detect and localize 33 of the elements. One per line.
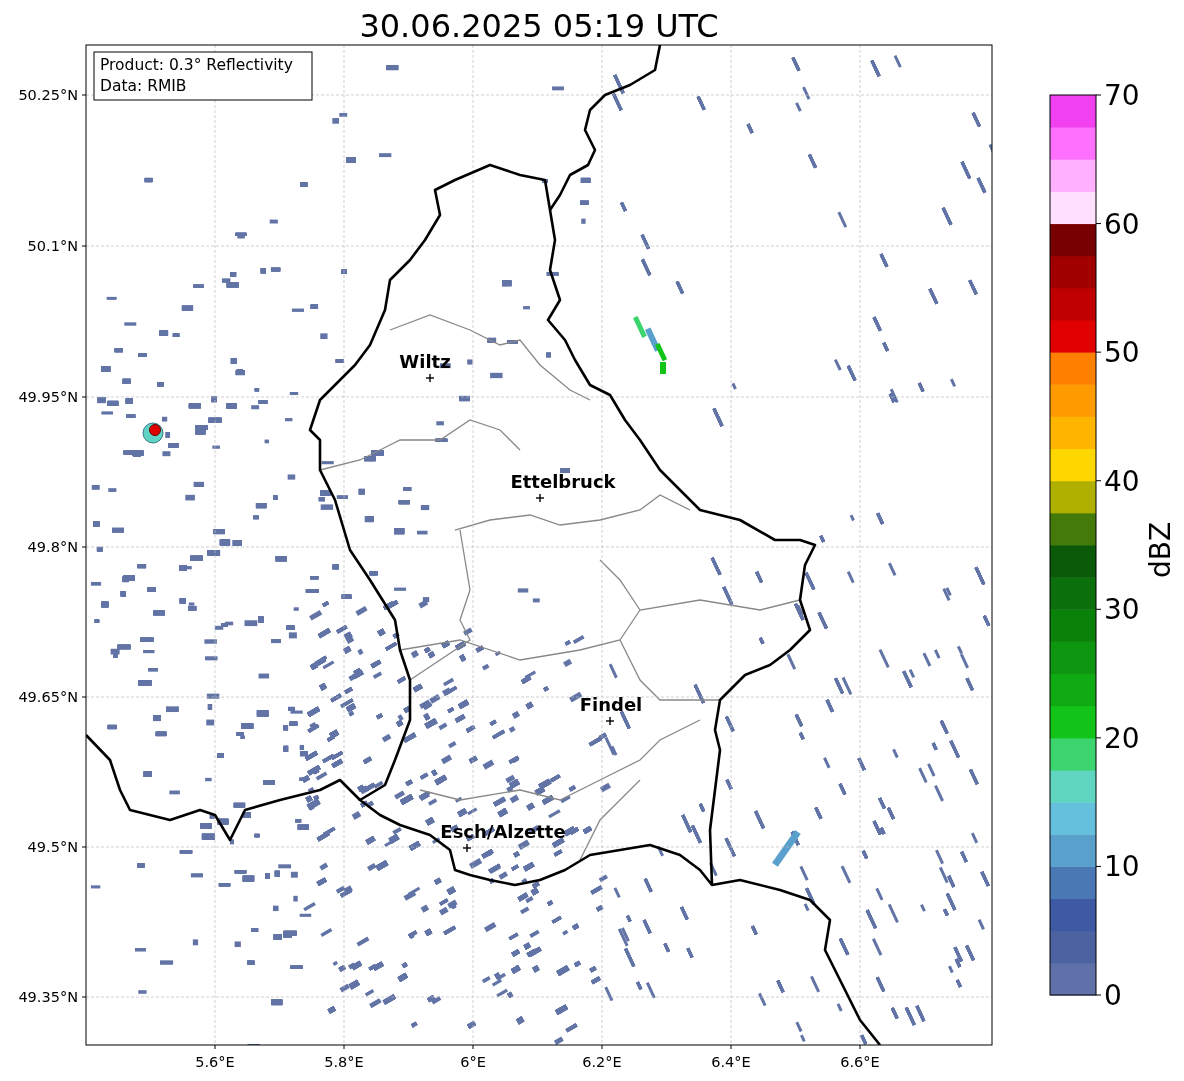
chart-title: 30.06.2025 05:19 UTC	[359, 7, 719, 45]
axis-tick-label: 50.1°N	[27, 238, 78, 254]
colorbar-tick-label: 50	[1104, 336, 1140, 370]
info-text: Data: RMIB	[100, 77, 187, 95]
axis-tick-label: 6.2°E	[582, 1054, 622, 1070]
axis-tick-label: 6°E	[460, 1054, 486, 1070]
colorbar-tick-label: 40	[1104, 464, 1140, 498]
colorbar-label: dBZ	[1144, 521, 1177, 579]
city-label: Findel	[579, 694, 643, 715]
axis-tick-label: 49.5°N	[27, 839, 78, 855]
axis-tick-label: 49.95°N	[18, 389, 78, 405]
axis-tick-label: 6.4°E	[711, 1054, 751, 1070]
colorbar-tick-label: 10	[1104, 850, 1140, 884]
colorbar-tick-label: 30	[1104, 593, 1140, 627]
city-label: Ettelbruck	[510, 471, 616, 492]
axis-tick-label: 6.6°E	[840, 1054, 880, 1070]
city-marker-icon	[535, 493, 545, 503]
colorbar-tick-label: 70	[1104, 79, 1140, 112]
city-marker-icon	[462, 843, 472, 853]
info-text: Product: 0.3° Reflectivity	[100, 56, 293, 74]
city-label: Wiltz	[399, 351, 451, 372]
axis-tick-label: 50.25°N	[18, 87, 78, 103]
axis-tick-label: 5.8°E	[324, 1054, 364, 1070]
city-marker-icon	[425, 373, 435, 383]
axis-tick-label: 49.35°N	[18, 989, 78, 1005]
city-marker-icon	[605, 716, 615, 726]
axis-tick-label: 49.65°N	[18, 689, 78, 705]
axis-tick-label: 5.6°E	[195, 1054, 235, 1070]
colorbar-tick-label: 60	[1104, 207, 1140, 241]
radar-site-icon	[142, 422, 164, 444]
colorbar-tick-label: 20	[1104, 721, 1140, 755]
axis-tick-label: 49.8°N	[27, 539, 78, 555]
colorbar-tick-label: 0	[1104, 979, 1122, 1012]
